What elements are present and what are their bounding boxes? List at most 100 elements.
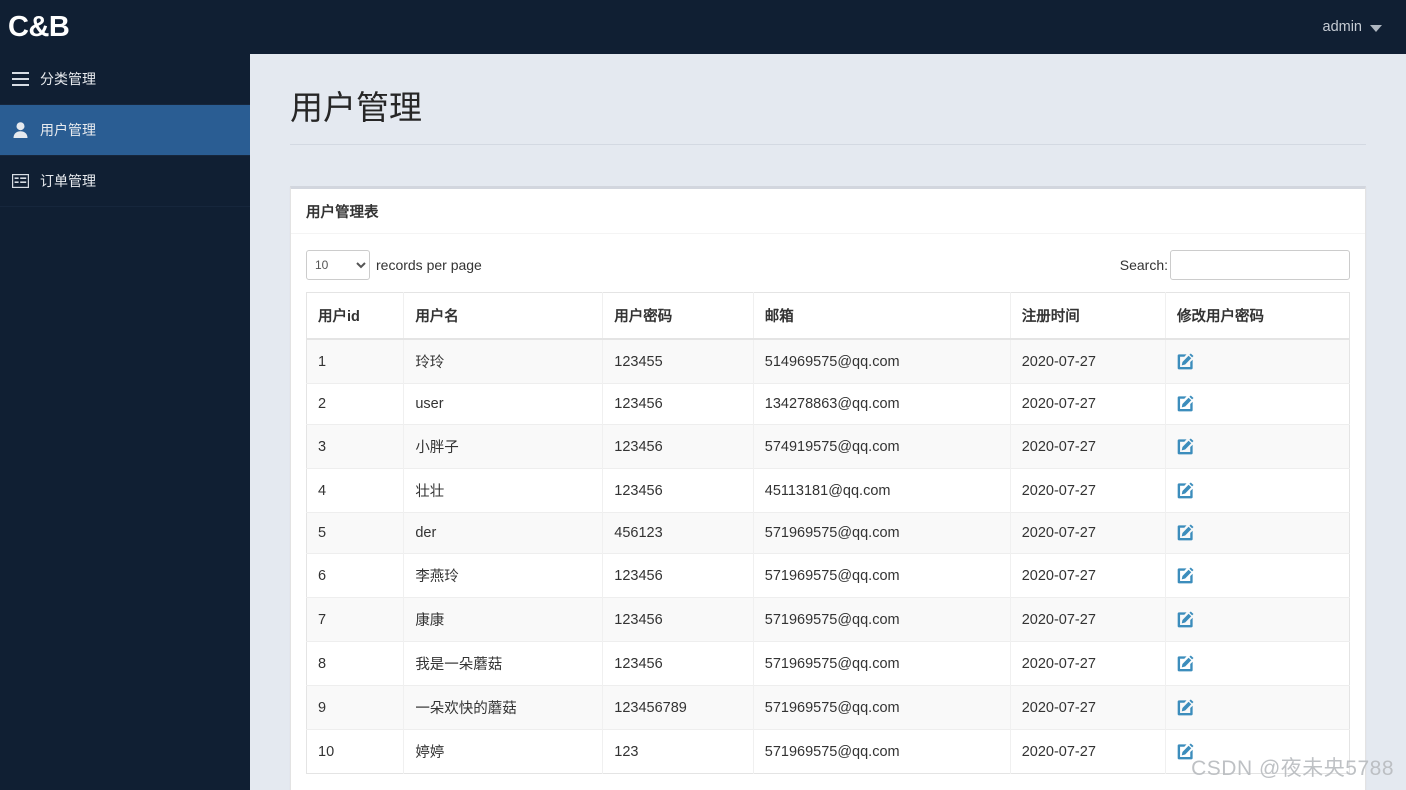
table-row: 6 李燕玲 123456 571969575@qq.com 2020-07-27 <box>306 553 1350 598</box>
cell-username: 康康 <box>403 597 604 642</box>
records-per-page-select[interactable]: 102550100 <box>306 250 370 281</box>
table-row: 5 der 456123 571969575@qq.com 2020-07-27 <box>306 512 1350 554</box>
table-row: 8 我是一朵蘑菇 123456 571969575@qq.com 2020-07-27 <box>306 641 1350 686</box>
table-head: 用户id 用户名 用户密码 邮箱 注册时间 修改用户密码 <box>306 292 1350 341</box>
cell-edit-password <box>1165 729 1350 774</box>
page-length-group: 102550100 records per page <box>306 250 482 281</box>
app-root: C&B admin 分类管理 用户管理 订单管理 用户管理 用户管理表 10 r… <box>0 0 1406 790</box>
table-body: 1 玲玲 123455 514969575@qq.com 2020-07-27 2 user… <box>306 338 1350 774</box>
edit-password-icon[interactable] <box>1177 353 1194 371</box>
sidebar-item-user[interactable]: 用户管理 <box>0 105 250 156</box>
cell-registered: 2020-07-27 <box>1010 597 1166 642</box>
cell-username: 小胖子 <box>403 424 604 469</box>
page-title: 用户管理 <box>290 89 422 126</box>
cell-password: 123456 <box>602 597 754 642</box>
sidebar-item-label: 分类管理 <box>40 71 96 87</box>
cell-user-id: 8 <box>306 641 405 686</box>
search-group: Search: <box>1119 250 1350 281</box>
content-area: 用户管理 用户管理表 102550100 records per page Se… <box>250 54 1406 790</box>
cell-password: 123456 <box>602 424 754 469</box>
table-row: 4 壮壮 123456 45113181@qq.com 2020-07-27 <box>306 468 1350 513</box>
brand-logo[interactable]: C&B <box>0 0 250 54</box>
column-header-email[interactable]: 邮箱 <box>753 292 1011 341</box>
cell-email: 45113181@qq.com <box>753 468 1011 513</box>
table-header-row: 用户id 用户名 用户密码 邮箱 注册时间 修改用户密码 <box>306 292 1350 341</box>
edit-password-icon[interactable] <box>1177 567 1194 585</box>
cell-email: 571969575@qq.com <box>753 597 1011 642</box>
cell-edit-password <box>1165 383 1350 425</box>
cell-user-id: 2 <box>306 383 405 425</box>
edit-password-icon[interactable] <box>1177 655 1194 673</box>
cell-password: 123456789 <box>602 685 754 730</box>
edit-password-icon[interactable] <box>1177 438 1194 456</box>
cell-username: 李燕玲 <box>403 553 604 598</box>
cell-email: 514969575@qq.com <box>753 338 1011 384</box>
search-input[interactable] <box>1170 250 1350 281</box>
sidebar-item-category[interactable]: 分类管理 <box>0 54 250 105</box>
cell-email: 571969575@qq.com <box>753 512 1011 554</box>
edit-password-icon[interactable] <box>1177 482 1194 500</box>
cell-user-id: 6 <box>306 553 405 598</box>
card-title: 用户管理表 <box>306 205 379 222</box>
column-header-user-id[interactable]: 用户id <box>306 292 405 341</box>
cell-email: 571969575@qq.com <box>753 553 1011 598</box>
cell-password: 123456 <box>602 383 754 425</box>
table-row: 3 小胖子 123456 574919575@qq.com 2020-07-27 <box>306 424 1350 469</box>
table-row: 10 婷婷 123 571969575@qq.com 2020-07-27 <box>306 729 1350 774</box>
cell-user-id: 7 <box>306 597 405 642</box>
cell-edit-password <box>1165 597 1350 642</box>
edit-password-icon[interactable] <box>1177 743 1194 761</box>
cell-registered: 2020-07-27 <box>1010 338 1166 384</box>
cell-email: 574919575@qq.com <box>753 424 1011 469</box>
sidebar: 分类管理 用户管理 订单管理 <box>0 54 250 790</box>
top-navbar: C&B admin <box>0 0 1406 54</box>
column-header-edit[interactable]: 修改用户密码 <box>1165 292 1350 341</box>
cell-user-id: 4 <box>306 468 405 513</box>
cell-registered: 2020-07-27 <box>1010 468 1166 513</box>
cell-edit-password <box>1165 553 1350 598</box>
edit-password-icon[interactable] <box>1177 524 1194 542</box>
cell-edit-password <box>1165 641 1350 686</box>
cell-email: 571969575@qq.com <box>753 685 1011 730</box>
table-controls: 102550100 records per page Search: <box>306 244 1350 292</box>
search-label: Search: <box>1119 257 1168 274</box>
cell-email: 134278863@qq.com <box>753 383 1011 425</box>
cell-edit-password <box>1165 338 1350 384</box>
chevron-down-icon <box>1370 24 1382 32</box>
list-bars-icon <box>0 72 40 86</box>
cell-edit-password <box>1165 685 1350 730</box>
cell-email: 571969575@qq.com <box>753 641 1011 686</box>
column-header-password[interactable]: 用户密码 <box>602 292 754 341</box>
cell-registered: 2020-07-27 <box>1010 553 1166 598</box>
table-row: 9 一朵欢快的蘑菇 123456789 571969575@qq.com 2020-07… <box>306 685 1350 730</box>
cell-password: 456123 <box>602 512 754 554</box>
cell-username: 玲玲 <box>403 338 604 384</box>
user-menu[interactable]: admin <box>1323 0 1406 54</box>
cell-registered: 2020-07-27 <box>1010 641 1166 686</box>
cell-password: 123456 <box>602 553 754 598</box>
cell-email: 571969575@qq.com <box>753 729 1011 774</box>
column-header-registered[interactable]: 注册时间 <box>1010 292 1166 341</box>
cell-user-id: 9 <box>306 685 405 730</box>
cell-password: 123455 <box>602 338 754 384</box>
cell-user-id: 1 <box>306 338 405 384</box>
edit-password-icon[interactable] <box>1177 395 1194 413</box>
cell-registered: 2020-07-27 <box>1010 729 1166 774</box>
cell-username: 婷婷 <box>403 729 604 774</box>
sidebar-item-label: 用户管理 <box>40 122 96 138</box>
table-footer: Showing 1 to 10 of 10 entries Previous 1… <box>306 774 1350 790</box>
sidebar-item-order[interactable]: 订单管理 <box>0 156 250 207</box>
user-icon <box>0 122 40 138</box>
cell-user-id: 5 <box>306 512 405 554</box>
column-header-username[interactable]: 用户名 <box>403 292 604 341</box>
card-body: 102550100 records per page Search: 用户id … <box>291 234 1365 790</box>
page-header: 用户管理 <box>290 54 1366 146</box>
cell-username: der <box>403 512 604 554</box>
user-table: 用户id 用户名 用户密码 邮箱 注册时间 修改用户密码 1 玲玲 123455 51… <box>306 292 1350 775</box>
cell-edit-password <box>1165 424 1350 469</box>
edit-password-icon[interactable] <box>1177 611 1194 629</box>
cell-username: user <box>403 383 604 425</box>
cell-password: 123456 <box>602 641 754 686</box>
cell-username: 我是一朵蘑菇 <box>403 641 604 686</box>
edit-password-icon[interactable] <box>1177 699 1194 717</box>
